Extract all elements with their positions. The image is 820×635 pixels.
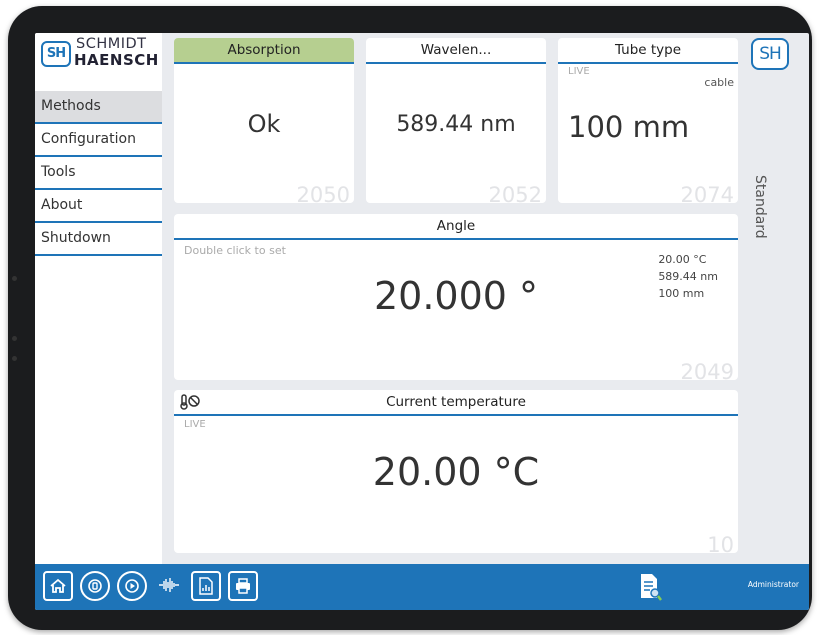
brand-name-line2: HAENSCH (74, 51, 159, 69)
play-icon[interactable] (117, 571, 147, 601)
nav-item-methods[interactable]: Methods (35, 91, 162, 124)
panel-title: Wavelen... (366, 38, 546, 64)
sidebar: SH SCHMIDT HAENSCH Methods Configuration… (35, 33, 162, 564)
side-button (12, 276, 17, 281)
live-label: LIVE (184, 419, 206, 430)
thermometer-off-icon (180, 394, 200, 410)
info-temperature: 20.00 °C (658, 253, 707, 266)
panel-title: Tube type (558, 38, 738, 64)
side-button (12, 356, 17, 361)
brand-badge: SH (41, 41, 71, 67)
wavelength-panel[interactable]: Wavelen... 589.44 nm 2052 (366, 38, 546, 203)
tube-sub-label: cable (704, 76, 734, 89)
panel-title: Current temperature (174, 390, 738, 416)
info-tube: 100 mm (658, 287, 705, 300)
tube-type-panel[interactable]: Tube type LIVE cable 100 mm 2074 (558, 38, 738, 203)
side-button (12, 336, 17, 341)
right-bar: SH Standard (743, 33, 809, 564)
angle-value: 20.000 ° (373, 274, 539, 318)
brand-name-line1: SCHMIDT (76, 36, 147, 52)
print-icon[interactable] (228, 571, 258, 601)
panel-title: Absorption (174, 38, 354, 64)
nav-item-configuration[interactable]: Configuration (35, 124, 162, 157)
home-icon[interactable] (43, 571, 73, 601)
sh-logo-button[interactable]: SH (751, 38, 789, 70)
absorption-value: Ok (247, 110, 281, 138)
temperature-value: 20.00 °C (372, 450, 540, 494)
waveform-icon[interactable] (154, 571, 184, 601)
document-search-icon[interactable] (639, 572, 663, 602)
info-wavelength: 589.44 nm (658, 270, 718, 283)
mode-label[interactable]: Standard (752, 175, 768, 239)
app-screen: SH SCHMIDT HAENSCH Methods Configuration… (35, 33, 809, 610)
panel-id: 2049 (680, 360, 734, 380)
nav-item-shutdown[interactable]: Shutdown (35, 223, 162, 256)
panel-id: 2074 (680, 183, 734, 203)
nav-item-about[interactable]: About (35, 190, 162, 223)
nav-menu: Methods Configuration Tools About Shutdo… (35, 91, 162, 256)
user-label[interactable]: Administrator (748, 580, 799, 589)
report-icon[interactable] (191, 571, 221, 601)
panel-id: 10 (707, 533, 734, 553)
brand-logo: SH SCHMIDT HAENSCH (35, 33, 162, 88)
wavelength-value: 589.44 nm (396, 112, 516, 137)
bottom-toolbar: Administrator (35, 564, 809, 610)
panel-title: Angle (174, 214, 738, 240)
absorption-panel[interactable]: Absorption Ok 2050 (174, 38, 354, 203)
angle-info: 20.00 °C 589.44 nm 100 mm (658, 251, 718, 302)
live-label: LIVE (568, 66, 590, 77)
stop-icon[interactable] (80, 571, 110, 601)
angle-panel[interactable]: Angle Double click to set 20.000 ° 20.00… (174, 214, 738, 380)
tube-value: 100 mm (568, 110, 690, 144)
angle-hint: Double click to set (184, 244, 286, 257)
nav-item-tools[interactable]: Tools (35, 157, 162, 190)
panel-id: 2052 (488, 183, 542, 203)
panel-id: 2050 (296, 183, 350, 203)
temperature-panel[interactable]: Current temperature LIVE 20.00 °C 10 (174, 390, 738, 553)
